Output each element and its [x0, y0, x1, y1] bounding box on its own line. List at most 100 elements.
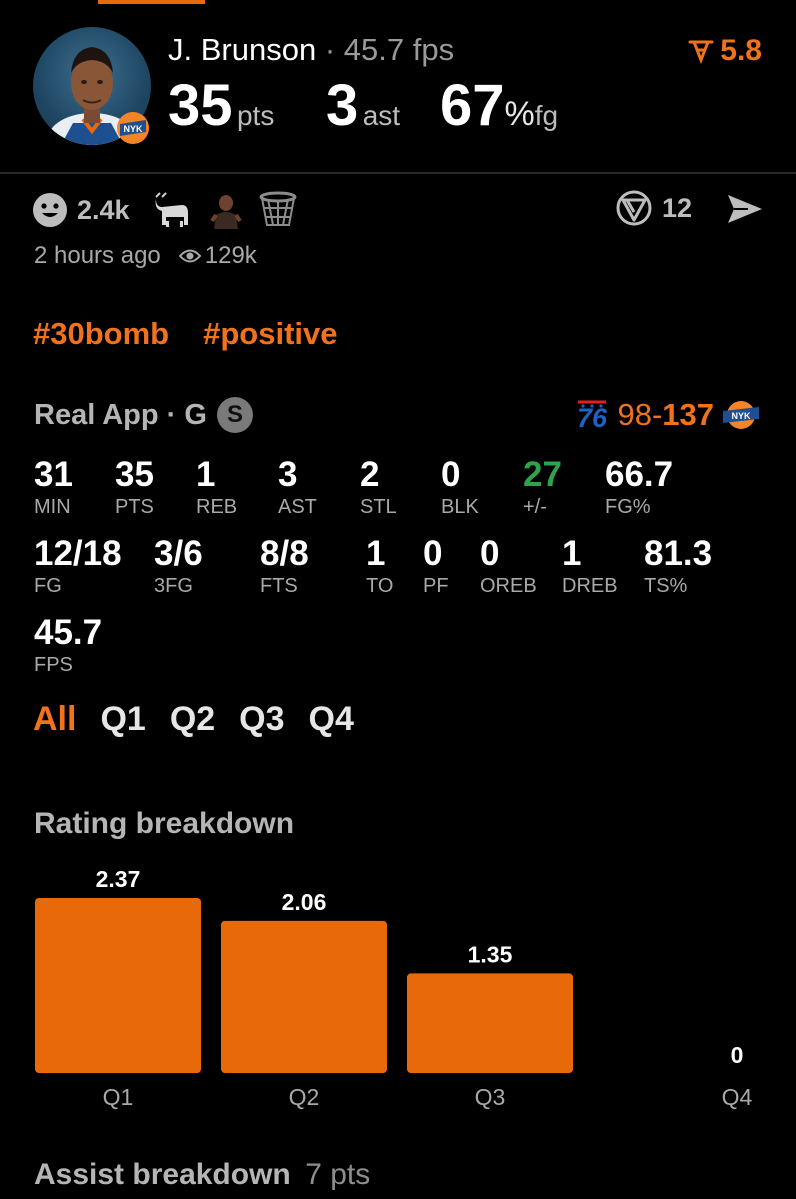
stat-label: FTS: [260, 575, 298, 597]
category-label: Q3: [475, 1084, 506, 1110]
stat-label: PTS: [115, 496, 154, 518]
fg-unit: fg: [534, 100, 559, 131]
player-rating[interactable]: 5.8: [688, 34, 762, 68]
stat-label: 3FG: [154, 575, 193, 597]
stat-fps: 45.7 FPS: [34, 613, 103, 677]
eye-icon: [178, 248, 201, 264]
stat-label: FG%: [605, 496, 651, 518]
rating-value: 5.8: [720, 34, 762, 67]
stat-pf: 0 PF: [423, 534, 449, 598]
views: 129k: [178, 242, 257, 270]
category-label: Q1: [103, 1084, 134, 1110]
stat-3fg: 3/6 3FG: [154, 534, 203, 598]
stat-ts-pct: 81.3 TS%: [644, 534, 713, 598]
stat-fts: 8/8 FTS: [260, 535, 309, 598]
stat-label: OREB: [480, 575, 537, 597]
sixers-logo-icon: 76: [575, 397, 609, 433]
game-score[interactable]: 76 98-137 NYK: [575, 397, 760, 433]
stat-oreb: 0 OREB: [480, 535, 537, 598]
stat-dreb: 1 DREB: [562, 535, 618, 598]
stat-value: 66.7: [605, 455, 674, 494]
tab-all[interactable]: All: [33, 700, 76, 739]
player-fps: 45.7 fps: [343, 32, 455, 67]
stat-value: 1: [366, 534, 386, 573]
player-emoji-icon[interactable]: [208, 191, 244, 229]
stat-label: FPS: [34, 654, 73, 676]
rating-breakdown-chart: 2.37 Q1 2.06 Q2 1.35 Q3 0 Q4: [35, 866, 753, 1110]
knicks-score-logo-icon: NYK: [722, 398, 760, 432]
tab-q1[interactable]: Q1: [100, 700, 145, 739]
tab-q4[interactable]: Q4: [309, 700, 354, 739]
stat-fg: 12/18 FG: [34, 535, 122, 598]
smile-icon[interactable]: [32, 192, 68, 228]
rating-bar-q1: [35, 898, 201, 1073]
rating-bar-q3: [407, 973, 573, 1073]
rating-bar-q2: [221, 920, 387, 1073]
stat-fg-pct: 66.7 FG%: [605, 455, 674, 519]
assist-breakdown-title: Assist breakdown: [34, 1158, 291, 1191]
stat-value: 81.3: [644, 534, 713, 573]
goat-icon[interactable]: [152, 191, 192, 229]
stat-value: 0: [423, 534, 443, 573]
stat-value: 0: [441, 455, 461, 494]
source-label: Real App · G: [34, 398, 207, 431]
stat-value: 1: [196, 455, 216, 494]
tag-positive[interactable]: #positive: [203, 316, 337, 352]
stat-pts: 35 PTS: [115, 456, 154, 519]
stat-label: REB: [196, 496, 238, 518]
headline-fg: 67: [440, 73, 505, 138]
stat-value: 31: [34, 455, 73, 494]
stat-label: DREB: [562, 575, 618, 597]
comment-icon: [616, 190, 652, 226]
stat-value: 45.7: [34, 613, 103, 652]
stat-label: BLK: [441, 496, 479, 518]
stat-min: 31 MIN: [34, 455, 73, 519]
stat-reb: 1 REB: [196, 455, 238, 519]
stat-plus-minus: 27 +/-: [523, 455, 562, 519]
s-badge: S: [216, 397, 253, 433]
rating-icon: [688, 40, 714, 64]
score-dash: -: [651, 397, 663, 432]
tag-30bomb[interactable]: #30bomb: [33, 316, 169, 352]
tab-q3[interactable]: Q3: [239, 700, 284, 739]
stat-label: STL: [360, 496, 397, 518]
basketball-hoop-icon[interactable]: [258, 191, 298, 229]
stat-value: 3/6: [154, 534, 203, 573]
tab-q2[interactable]: Q2: [170, 700, 215, 739]
top-tab-indicator: [98, 0, 205, 4]
stat-blk: 0 BLK: [441, 455, 479, 519]
rating-breakdown-title: Rating breakdown: [34, 807, 295, 840]
player-name[interactable]: J. Brunson: [168, 32, 316, 67]
stat-label: MIN: [34, 496, 71, 518]
stat-to: 1 TO: [366, 534, 394, 598]
ast-unit: ast: [362, 100, 401, 131]
comments[interactable]: 12: [616, 190, 692, 226]
name-separator: ·: [324, 32, 336, 67]
stat-label: TS%: [644, 575, 688, 597]
post-meta: 2 hours ago 129k: [34, 242, 257, 270]
assist-breakdown-header: Assist breakdown 7 pts: [34, 1158, 370, 1192]
data-label: 2.37: [96, 866, 141, 892]
send-icon[interactable]: [726, 193, 764, 230]
stat-label: +/-: [523, 496, 547, 518]
comment-count: 12: [662, 192, 693, 223]
knicks-logo-icon: NYK: [115, 110, 151, 146]
header-divider: [0, 172, 796, 174]
data-label: 2.06: [282, 889, 327, 915]
stat-label: FG: [34, 575, 62, 597]
smile-count: 2.4k: [77, 194, 130, 225]
stat-value: 27: [523, 455, 562, 494]
stat-label: TO: [366, 575, 394, 597]
headline-fg-group: 67%fg: [440, 72, 558, 139]
away-score: 98: [617, 397, 652, 432]
reactions-row: 2.4k: [32, 190, 298, 230]
post-time: 2 hours ago: [34, 242, 161, 269]
fg-percent: %: [504, 95, 535, 133]
headline-pts: 35: [168, 73, 233, 138]
stat-value: 2: [360, 455, 380, 494]
stat-value: 3: [278, 455, 298, 494]
home-score: 137: [662, 397, 714, 432]
pts-unit: pts: [236, 100, 275, 131]
stat-label: AST: [278, 496, 317, 518]
assist-breakdown-value: 7 pts: [305, 1158, 371, 1191]
